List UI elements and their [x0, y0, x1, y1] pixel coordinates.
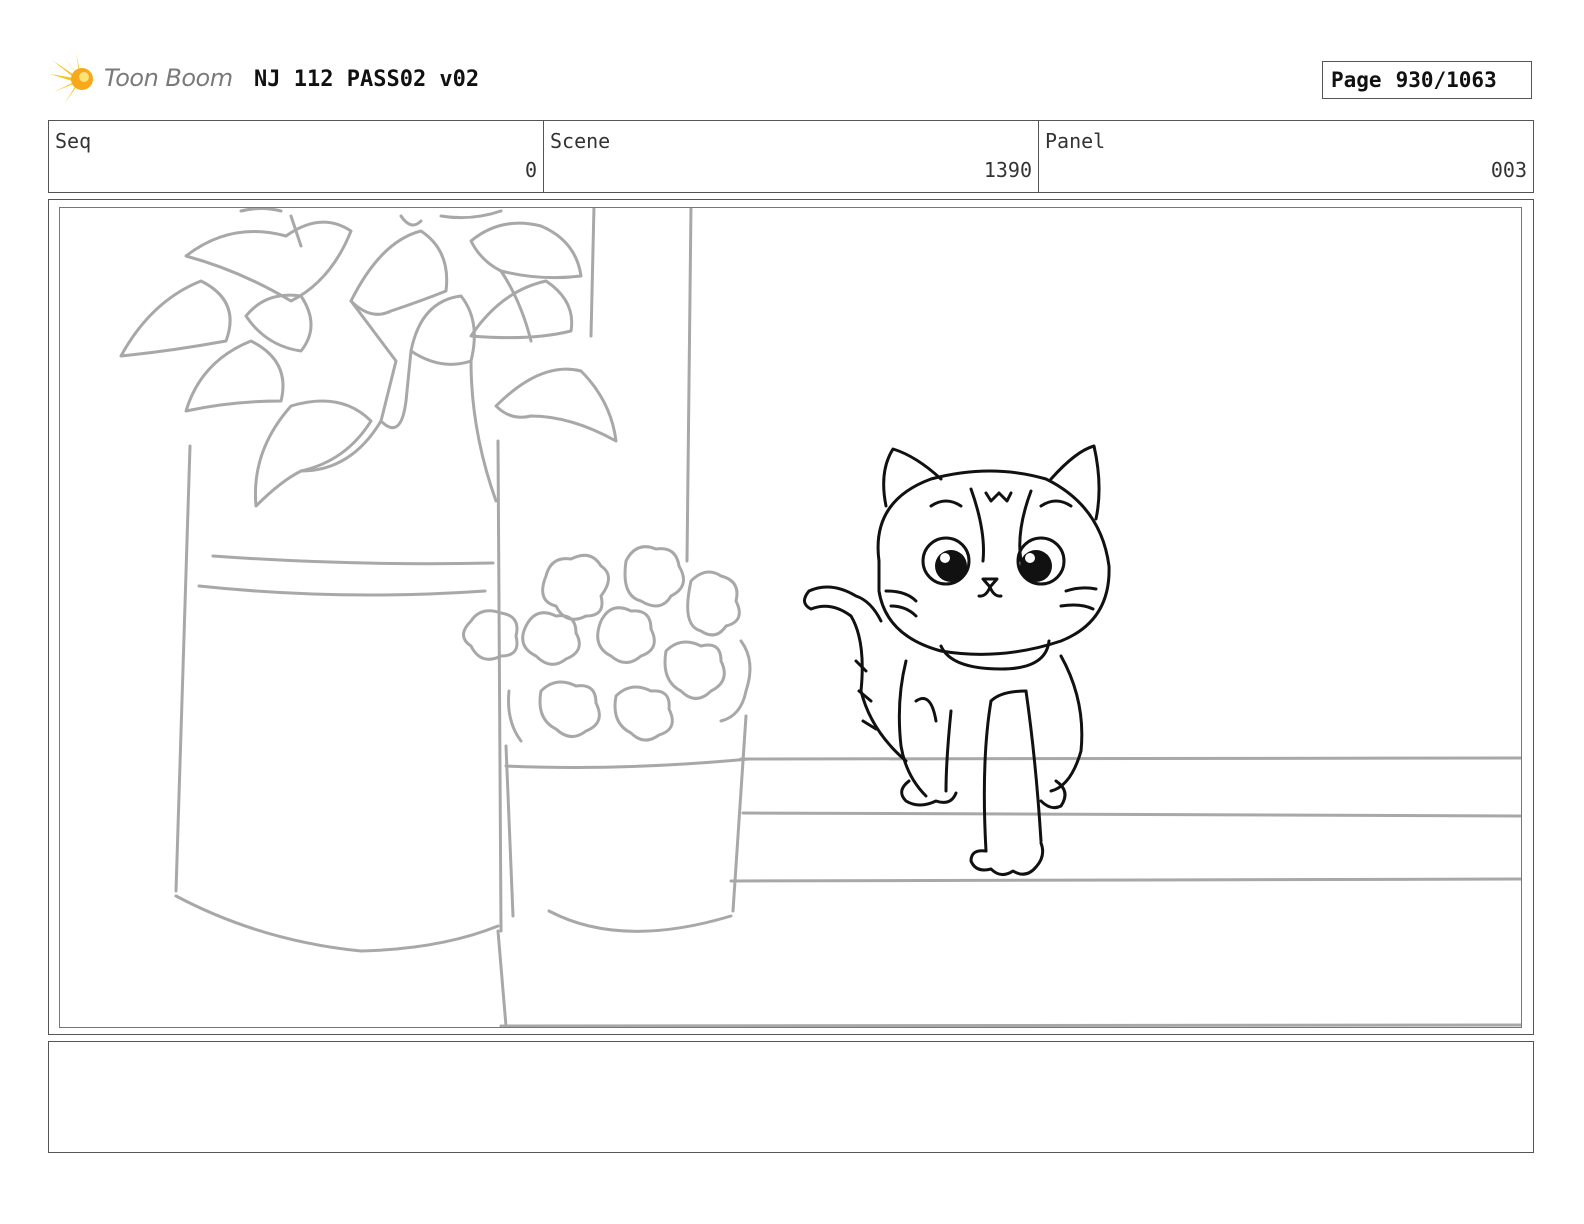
panel-value: 003	[1490, 158, 1527, 182]
panel-label: Panel	[1045, 129, 1106, 153]
logo-text: Toon Boom	[104, 64, 233, 92]
page-label: Page	[1331, 68, 1382, 92]
panel-cell: Panel 003	[1039, 121, 1533, 192]
panel-notes-box	[48, 1041, 1534, 1153]
cat-eyes	[935, 550, 1052, 582]
page-value: 930/1063	[1395, 68, 1497, 92]
scene-label: Scene	[550, 129, 611, 153]
project-title: NJ 112 PASS02 v02	[254, 67, 480, 92]
page-indicator: Page 930/1063	[1322, 61, 1532, 99]
shot-info-row: Seq 0 Scene 1390 Panel 003	[48, 120, 1534, 193]
seq-label: Seq	[55, 129, 92, 153]
starburst-icon	[50, 52, 93, 104]
seq-value: 0	[524, 158, 537, 182]
cat-sketch	[803, 444, 1111, 876]
scene-value: 1390	[983, 158, 1032, 182]
seq-cell: Seq 0	[49, 121, 544, 192]
storyboard-drawing	[59, 207, 1522, 1028]
scene-cell: Scene 1390	[544, 121, 1039, 192]
background-sketch	[119, 208, 1521, 1027]
sketch-canvas	[119, 208, 1521, 1027]
